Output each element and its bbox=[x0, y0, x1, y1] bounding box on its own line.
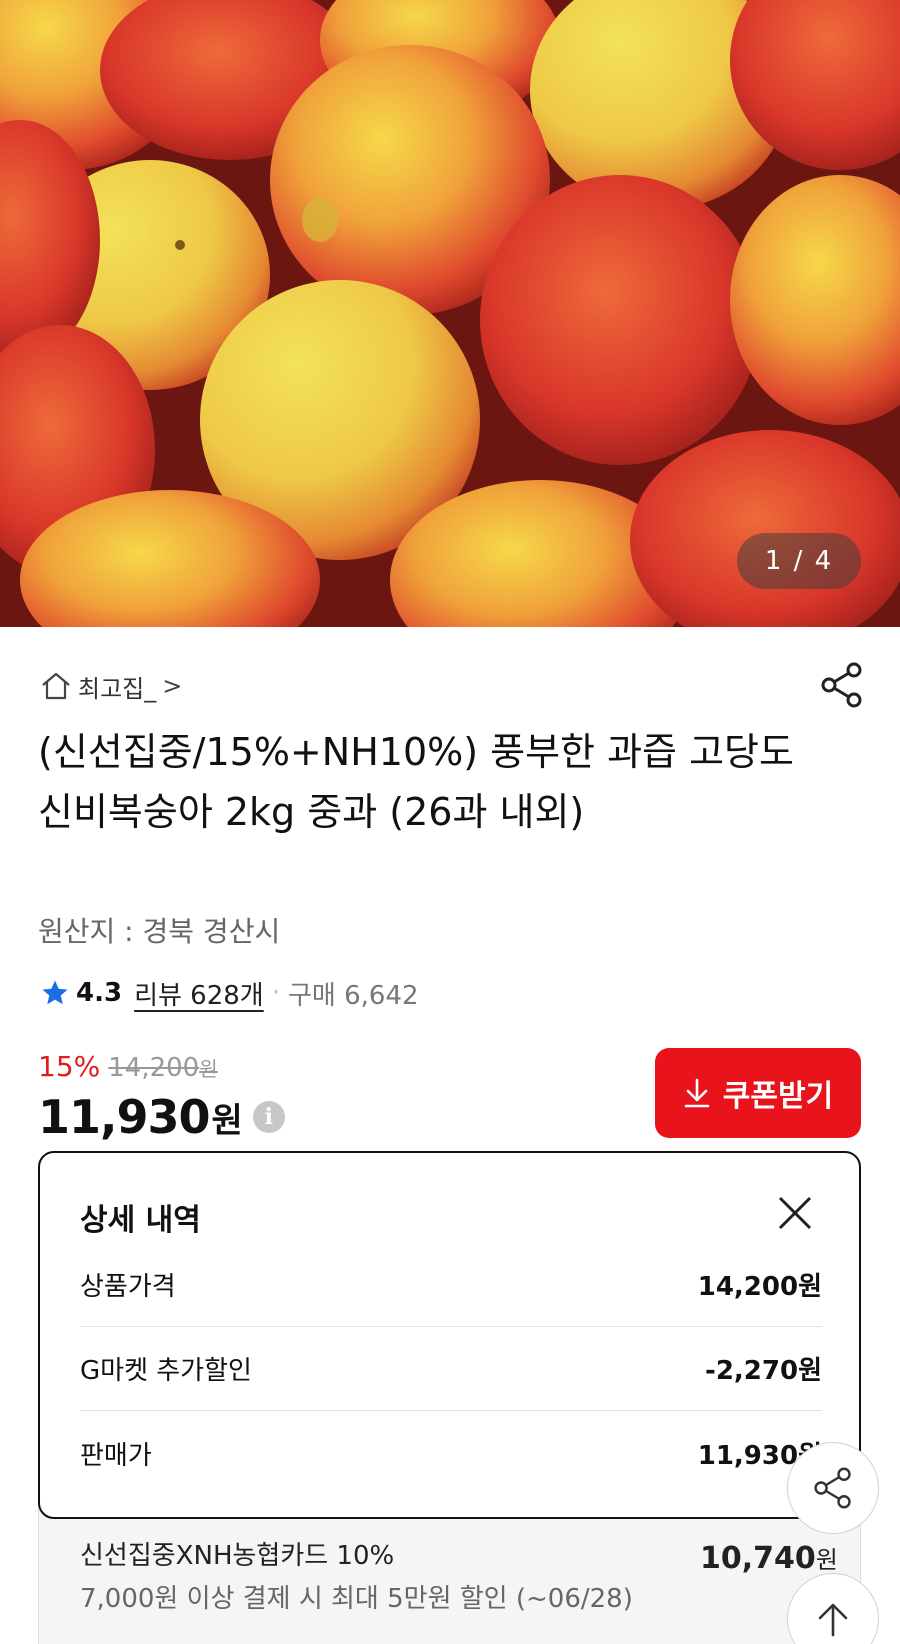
product-title: (신선집중/15%+NH10%) 풍부한 과즙 고당도 신비복숭아 2kg 중과… bbox=[38, 730, 794, 834]
card-offer-price: 10,740원 bbox=[700, 1541, 838, 1576]
share-icon bbox=[821, 662, 862, 708]
chevron-right-icon: > bbox=[162, 672, 183, 700]
popup-title: 상세 내역 bbox=[80, 1203, 201, 1238]
download-icon bbox=[684, 1078, 710, 1108]
detail-label: 판매가 bbox=[80, 1440, 152, 1471]
separator-dot: · bbox=[271, 978, 280, 1008]
coupon-label: 쿠폰받기 bbox=[722, 1080, 834, 1113]
store-link[interactable]: 최고집_ > bbox=[40, 668, 182, 704]
price-detail-popup: 상세 내역 상품가격 14,200원 G마켓 추가할인 -2,270원 판매가 … bbox=[38, 1151, 861, 1519]
arrow-up-icon bbox=[818, 1603, 848, 1637]
purchase-count: 구매 6,642 bbox=[287, 980, 419, 1011]
rating-row: 4.3 리뷰 628개 · 구매 6,642 bbox=[40, 975, 419, 1011]
info-icon[interactable]: i bbox=[252, 1101, 285, 1133]
product-origin: 원산지 : 경북 경산시 bbox=[38, 915, 281, 948]
star-icon bbox=[42, 980, 68, 1005]
detail-label: G마켓 추가할인 bbox=[80, 1356, 252, 1386]
share-button[interactable] bbox=[818, 661, 866, 709]
share-icon bbox=[814, 1467, 851, 1509]
home-icon bbox=[42, 672, 70, 700]
card-offer-name: 신선집중XNH농협카드 10% bbox=[80, 1541, 395, 1571]
store-name: 최고집_ bbox=[78, 674, 157, 703]
original-price: 14,200원 bbox=[108, 1053, 218, 1083]
detail-row: G마켓 추가할인 -2,270원 bbox=[80, 1327, 822, 1411]
card-offer-desc: 7,000원 이상 결제 시 최대 5만원 할인 (~06/28) bbox=[80, 1584, 633, 1614]
detail-value: -2,270원 bbox=[705, 1356, 822, 1386]
detail-row: 상품가격 14,200원 bbox=[80, 1243, 822, 1327]
price-unit: 원 bbox=[211, 1100, 243, 1141]
detail-row: 판매가 11,930원 bbox=[80, 1411, 822, 1495]
image-pager: 1 / 4 bbox=[737, 533, 861, 589]
price-row: 11,930 원 i bbox=[38, 1090, 285, 1144]
close-icon bbox=[778, 1196, 812, 1230]
close-button[interactable] bbox=[775, 1193, 815, 1233]
detail-value: 14,200원 bbox=[697, 1272, 822, 1302]
rating-score: 4.3 bbox=[76, 978, 123, 1008]
product-image[interactable]: 1 / 4 bbox=[0, 0, 900, 627]
discount-rate: 15% bbox=[38, 1050, 101, 1083]
review-link[interactable]: 리뷰 628개 bbox=[134, 975, 264, 1012]
detail-label: 상품가격 bbox=[80, 1272, 176, 1302]
final-price: 11,930 bbox=[38, 1090, 211, 1144]
floating-share-button[interactable] bbox=[787, 1442, 879, 1534]
discount-row: 15% 14,200원 bbox=[38, 1050, 218, 1083]
coupon-download-button[interactable]: 쿠폰받기 bbox=[655, 1048, 861, 1138]
